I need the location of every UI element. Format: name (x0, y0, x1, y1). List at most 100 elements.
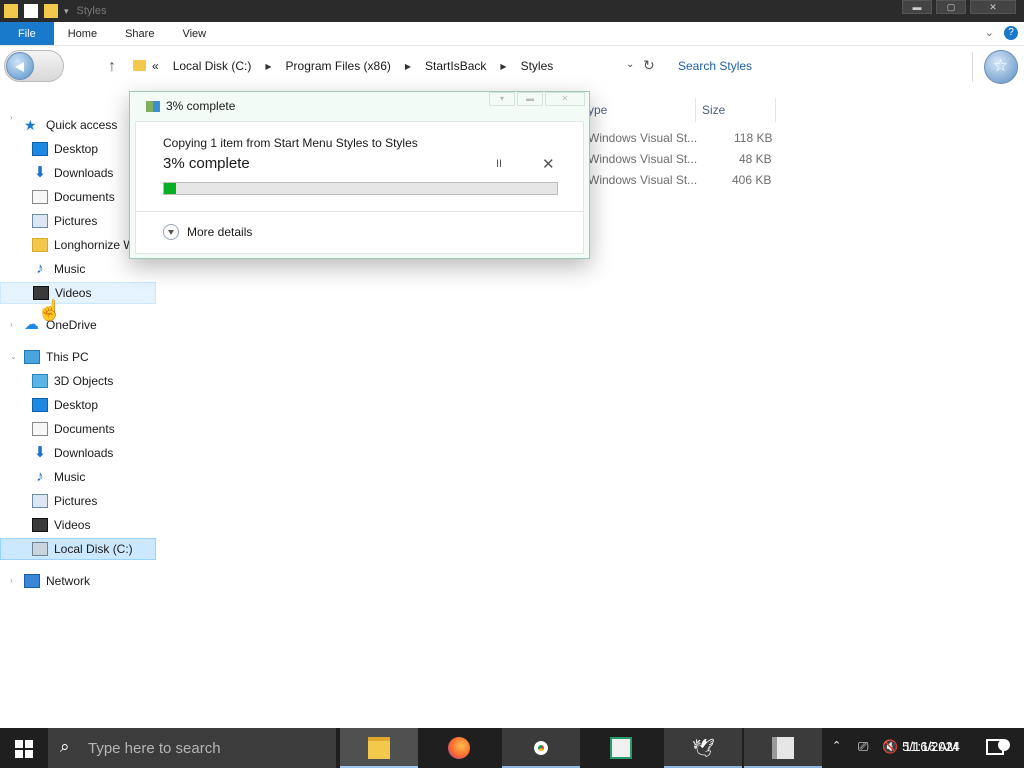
properties-icon[interactable] (24, 4, 38, 18)
new-folder-icon[interactable] (44, 4, 58, 18)
window-title: Styles (76, 5, 107, 17)
nav-3d-objects[interactable]: 3D Objects (32, 370, 156, 392)
back-button[interactable] (4, 50, 64, 82)
clock-date[interactable]: 5/16/2024 (902, 739, 960, 754)
app-window-icon (610, 737, 632, 759)
file-size: 118 KB (734, 131, 773, 145)
refresh-icon[interactable]: ↻ (643, 57, 655, 74)
tab-view[interactable]: View (168, 22, 220, 45)
progress-fill (164, 183, 176, 194)
folder-icon (133, 60, 146, 71)
tab-share[interactable]: Share (111, 22, 168, 45)
nav-label: Local Disk (C:) (54, 542, 133, 556)
disk-icon (32, 542, 48, 556)
nav-videos[interactable]: Videos (0, 282, 156, 304)
expand-icon[interactable]: › (10, 113, 13, 122)
nav-pc-documents[interactable]: Documents (32, 418, 156, 440)
nav-pc-desktop[interactable]: Desktop (32, 394, 156, 416)
taskbar-bird-app[interactable]: 🕊 (664, 728, 742, 768)
pictures-icon (32, 214, 48, 228)
chevron-right-icon[interactable]: ▶ (500, 62, 506, 71)
network-icon[interactable]: ⎚ (858, 739, 868, 755)
tab-file[interactable]: File (0, 22, 54, 45)
divider (972, 52, 973, 82)
maximize-button[interactable]: ▢ (936, 0, 966, 14)
nav-pc-pictures[interactable]: Pictures (32, 490, 156, 512)
breadcrumb: « Local Disk (C:) ▶ Program Files (x86) … (152, 59, 553, 73)
column-size[interactable]: Size (702, 103, 725, 117)
minimize-button[interactable]: ▬ (902, 0, 932, 14)
file-icon (772, 737, 794, 759)
nav-network[interactable]: Network (24, 570, 156, 592)
search-orb-icon[interactable] (984, 50, 1018, 84)
quick-access-dropdown-icon[interactable]: ▾ (64, 6, 69, 17)
pictures-icon (32, 494, 48, 508)
video-icon (32, 518, 48, 532)
taskbar-search-placeholder: Type here to search (88, 740, 221, 757)
copy-icon (146, 100, 160, 112)
address-dropdown-icon[interactable]: ⌄ (626, 59, 634, 70)
dialog-maximize-button[interactable]: ▬ (517, 92, 543, 106)
breadcrumb-startisback[interactable]: StartIsBack (425, 59, 486, 73)
file-type: Windows Visual St... (588, 131, 698, 145)
search-icon: ⌕ (60, 737, 70, 756)
volume-muted-icon[interactable]: 🔇 (882, 739, 898, 755)
nav-label: Pictures (54, 214, 98, 228)
nav-label: Downloads (54, 166, 114, 180)
taskbar-search[interactable]: ⌕ Type here to search (48, 728, 336, 768)
cancel-copy-button[interactable]: ✕ (542, 155, 555, 173)
search-input[interactable]: Search Styles (678, 59, 752, 73)
expand-icon[interactable]: › (10, 320, 13, 329)
nav-label: Desktop (54, 142, 99, 156)
copy-message: Copying 1 item from Start Menu Styles to… (163, 136, 418, 150)
nav-label: Downloads (54, 446, 114, 460)
taskbar-file-explorer[interactable] (340, 728, 418, 768)
taskbar-firefox[interactable] (420, 728, 498, 768)
breadcrumb-styles[interactable]: Styles (521, 59, 554, 73)
breadcrumb-overflow[interactable]: « (152, 59, 159, 73)
expand-icon[interactable]: › (10, 576, 13, 585)
nav-this-pc[interactable]: This PC (24, 346, 156, 368)
nav-music[interactable]: ♪ Music (32, 258, 156, 280)
column-divider[interactable] (695, 98, 696, 122)
pause-button[interactable]: II (496, 158, 502, 170)
taskbar-file-app[interactable] (744, 728, 822, 768)
nav-pc-downloads[interactable]: ⬇ Downloads (32, 442, 156, 464)
show-hidden-icons-icon[interactable]: ⌃ (832, 739, 841, 752)
chevron-right-icon[interactable]: ▶ (405, 62, 411, 71)
bird-icon: 🕊 (692, 738, 715, 758)
cube-icon (32, 374, 48, 388)
nav-local-disk[interactable]: Local Disk (C:) (0, 538, 156, 560)
close-button[interactable]: ✕ (970, 0, 1016, 14)
dialog-minimize-button[interactable]: ▾ (489, 92, 515, 106)
mouse-cursor-icon: ☝ (37, 300, 62, 322)
progress-bar (163, 182, 558, 195)
dialog-close-button[interactable]: ✕ (545, 92, 585, 106)
nav-pc-music[interactable]: ♪ Music (32, 466, 156, 488)
chevron-right-icon[interactable]: ▶ (265, 62, 271, 71)
nav-label: Quick access (46, 118, 118, 132)
taskbar-chrome[interactable] (502, 728, 580, 768)
collapse-icon[interactable]: ⌄ (10, 352, 17, 361)
nav-label: Music (54, 470, 86, 484)
more-details-button[interactable]: More details (163, 224, 252, 240)
notification-badge: 1 (998, 738, 1010, 751)
breadcrumb-program-files[interactable]: Program Files (x86) (286, 59, 391, 73)
start-button[interactable] (0, 728, 48, 768)
file-explorer-icon (368, 737, 390, 759)
music-icon: ♪ (36, 468, 44, 485)
column-type[interactable]: ype (588, 103, 607, 117)
column-divider[interactable] (775, 98, 776, 122)
dialog-title-text: 3% complete (166, 99, 236, 113)
folder-icon (32, 238, 48, 252)
more-details-label: More details (187, 225, 253, 239)
help-icon[interactable]: ? (1004, 26, 1018, 40)
nav-label: 3D Objects (54, 374, 114, 388)
taskbar-tool-app[interactable] (582, 728, 660, 768)
tab-home[interactable]: Home (54, 22, 111, 45)
chrome-icon (530, 737, 552, 759)
up-arrow-icon[interactable]: ↑ (108, 58, 116, 76)
expand-ribbon-icon[interactable]: ⌄ (985, 26, 994, 40)
breadcrumb-local-disk[interactable]: Local Disk (C:) (173, 59, 252, 73)
nav-pc-videos[interactable]: Videos (32, 514, 156, 536)
